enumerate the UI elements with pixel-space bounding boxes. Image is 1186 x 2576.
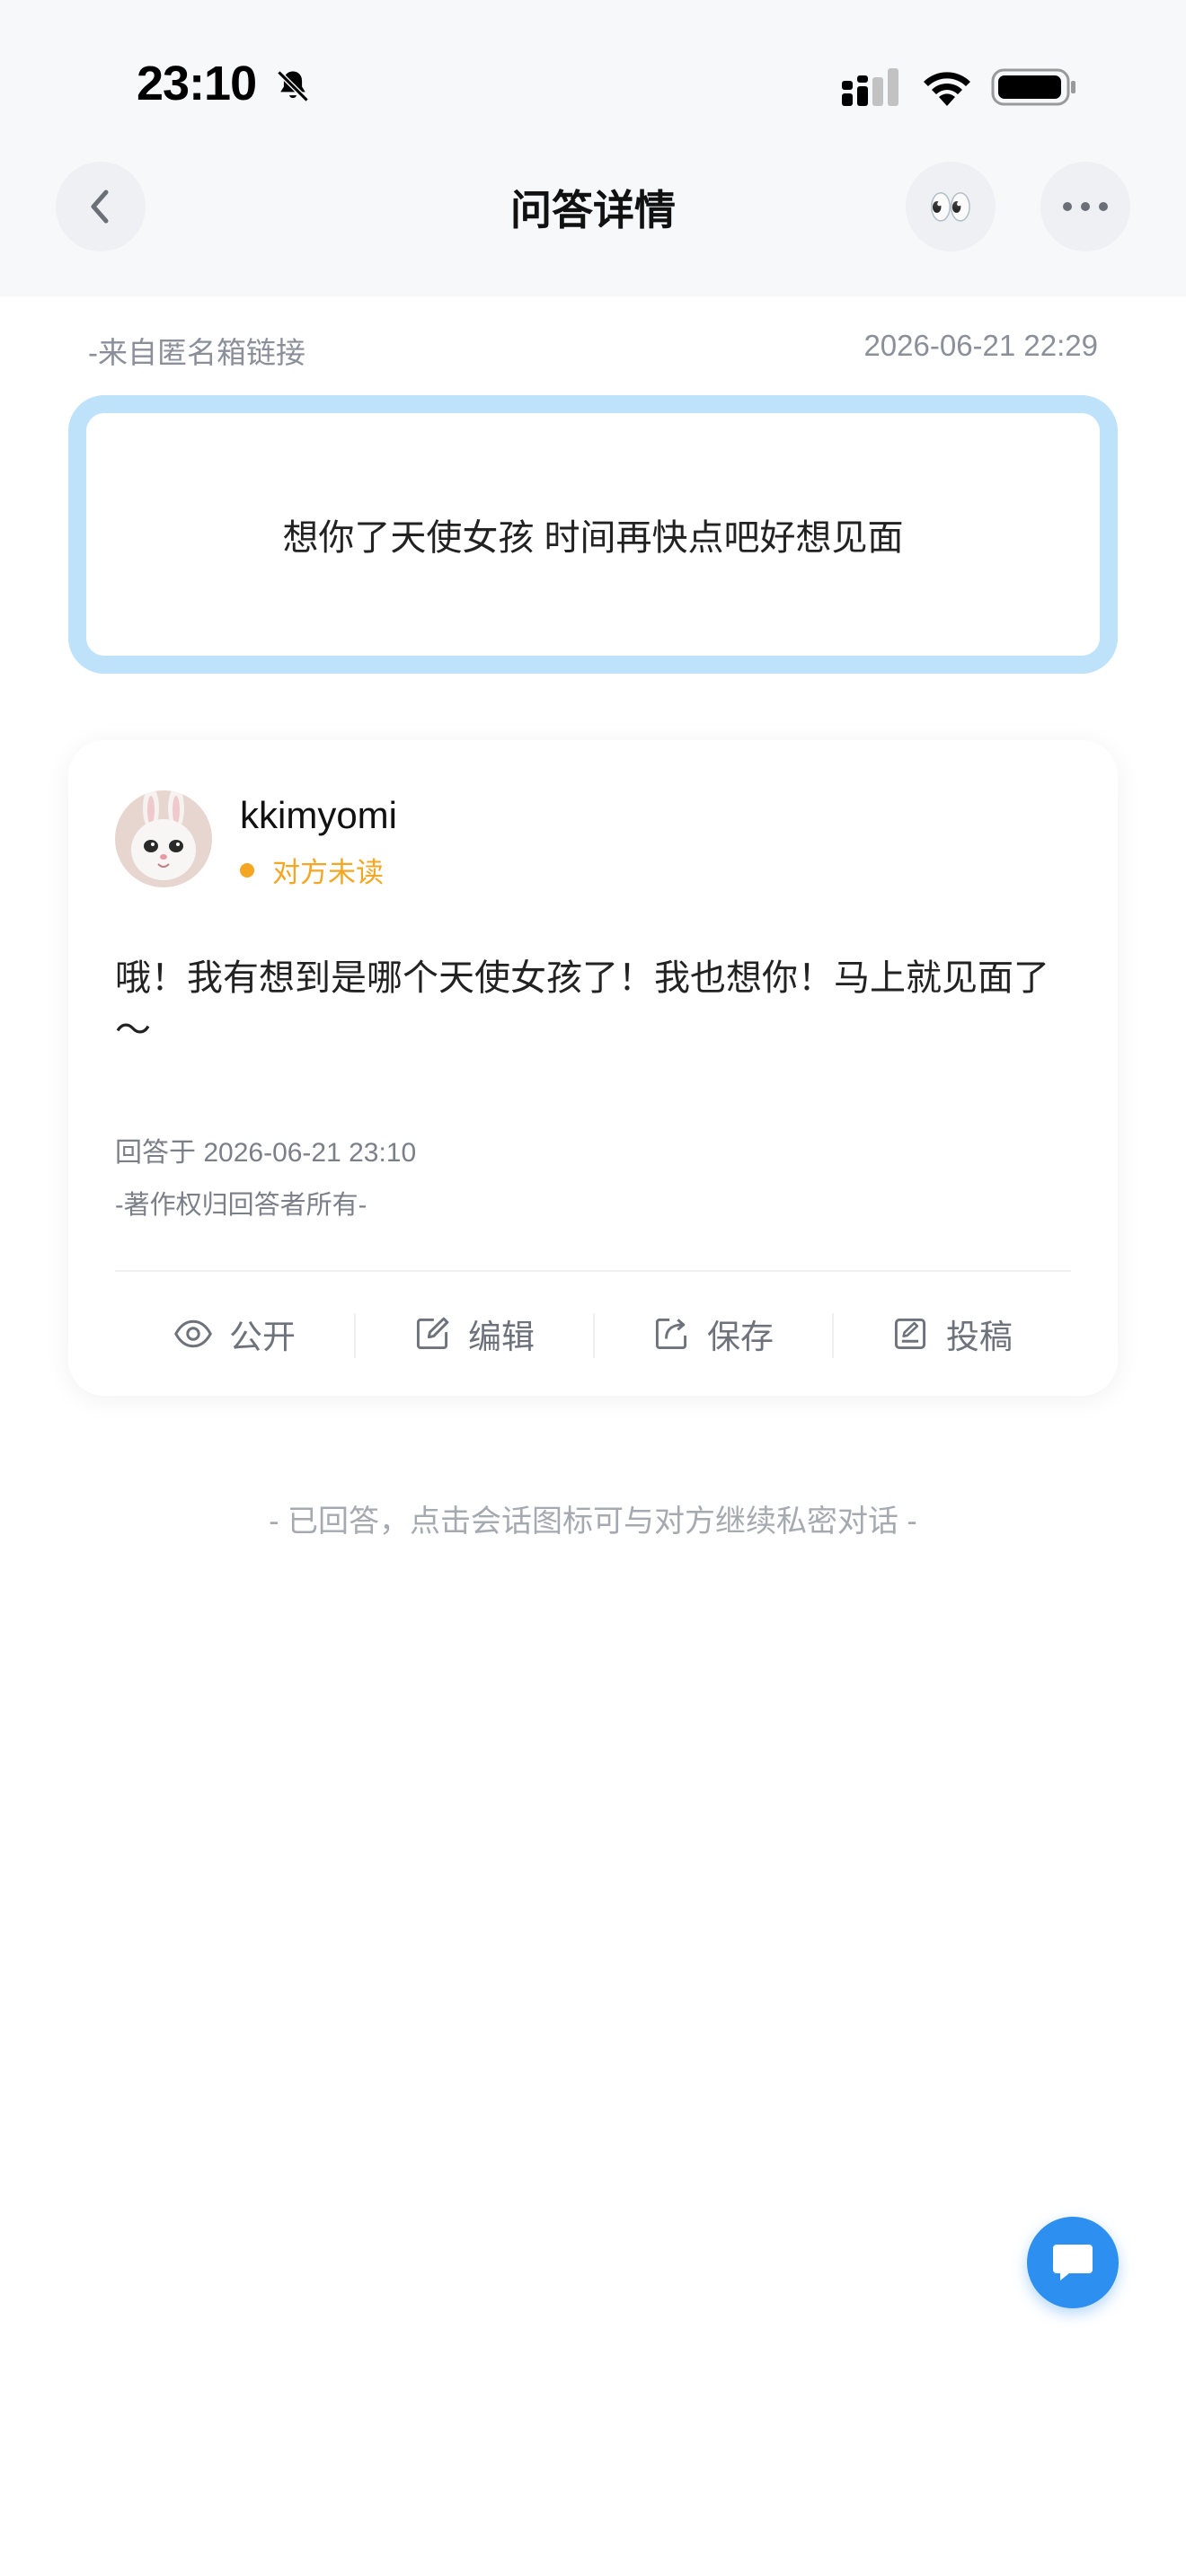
public-label: 公开 [229,1319,296,1355]
submit-button[interactable]: 投稿 [832,1310,1071,1358]
avatar[interactable] [115,790,212,887]
eyes-icon: 👀 [928,187,973,227]
bell-muted-icon [277,70,309,102]
save-button[interactable]: 保存 [593,1310,832,1358]
edit-button[interactable]: 编辑 [354,1310,593,1358]
cellular-signal-icon [842,68,898,106]
edit-label: 编辑 [468,1319,535,1355]
eye-icon [174,1319,212,1348]
share-icon [655,1318,687,1350]
answered-at: 回答于 2026-06-21 23:10 [115,1138,417,1168]
conversation-hint: - 已回答，点击会话图标可与对方继续私密对话 - [269,1504,917,1539]
answer-actions: 公开 编辑 保存 投稿 [115,1272,1071,1396]
edit-icon [416,1317,449,1350]
question-text: 想你了天使女孩 时间再快点吧好想见面 [282,518,904,558]
chat-bubble-icon [1053,2245,1093,2280]
wifi-icon [924,72,970,106]
battery-icon [991,68,1075,106]
read-status: 对方未读 [240,850,384,890]
save-label: 保存 [707,1319,774,1355]
submit-label: 投稿 [946,1319,1013,1355]
more-dots-icon [1063,202,1108,211]
copyright-note: -著作权归回答者所有- [115,1191,367,1220]
status-time: 23:10 [137,57,257,110]
read-status-label: 对方未读 [272,857,384,888]
chat-button[interactable] [1027,2217,1119,2308]
submit-icon [894,1318,926,1350]
question-card: 想你了天使女孩 时间再快点吧好想见面 [68,395,1118,674]
eyes-button[interactable]: 👀 [906,162,996,251]
username[interactable]: kkimyomi [240,794,397,837]
answer-text: 哦！我有想到是哪个天使女孩了！我也想你！马上就见面了～ [115,958,1049,1050]
page-title: 问答详情 [510,187,676,234]
question-source: -来自匿名箱链接 [88,336,305,369]
more-button[interactable] [1040,162,1130,251]
top-bar: 23:10 问答详情 👀 [0,0,1186,296]
status-dot-icon [240,862,254,878]
bunny-avatar-icon [115,790,212,887]
question-date: 2026-06-21 22:29 [863,329,1098,362]
answer-card: kkimyomi 对方未读 哦！我有想到是哪个天使女孩了！我也想你！马上就见面了… [68,740,1118,1396]
public-button[interactable]: 公开 [115,1310,354,1358]
